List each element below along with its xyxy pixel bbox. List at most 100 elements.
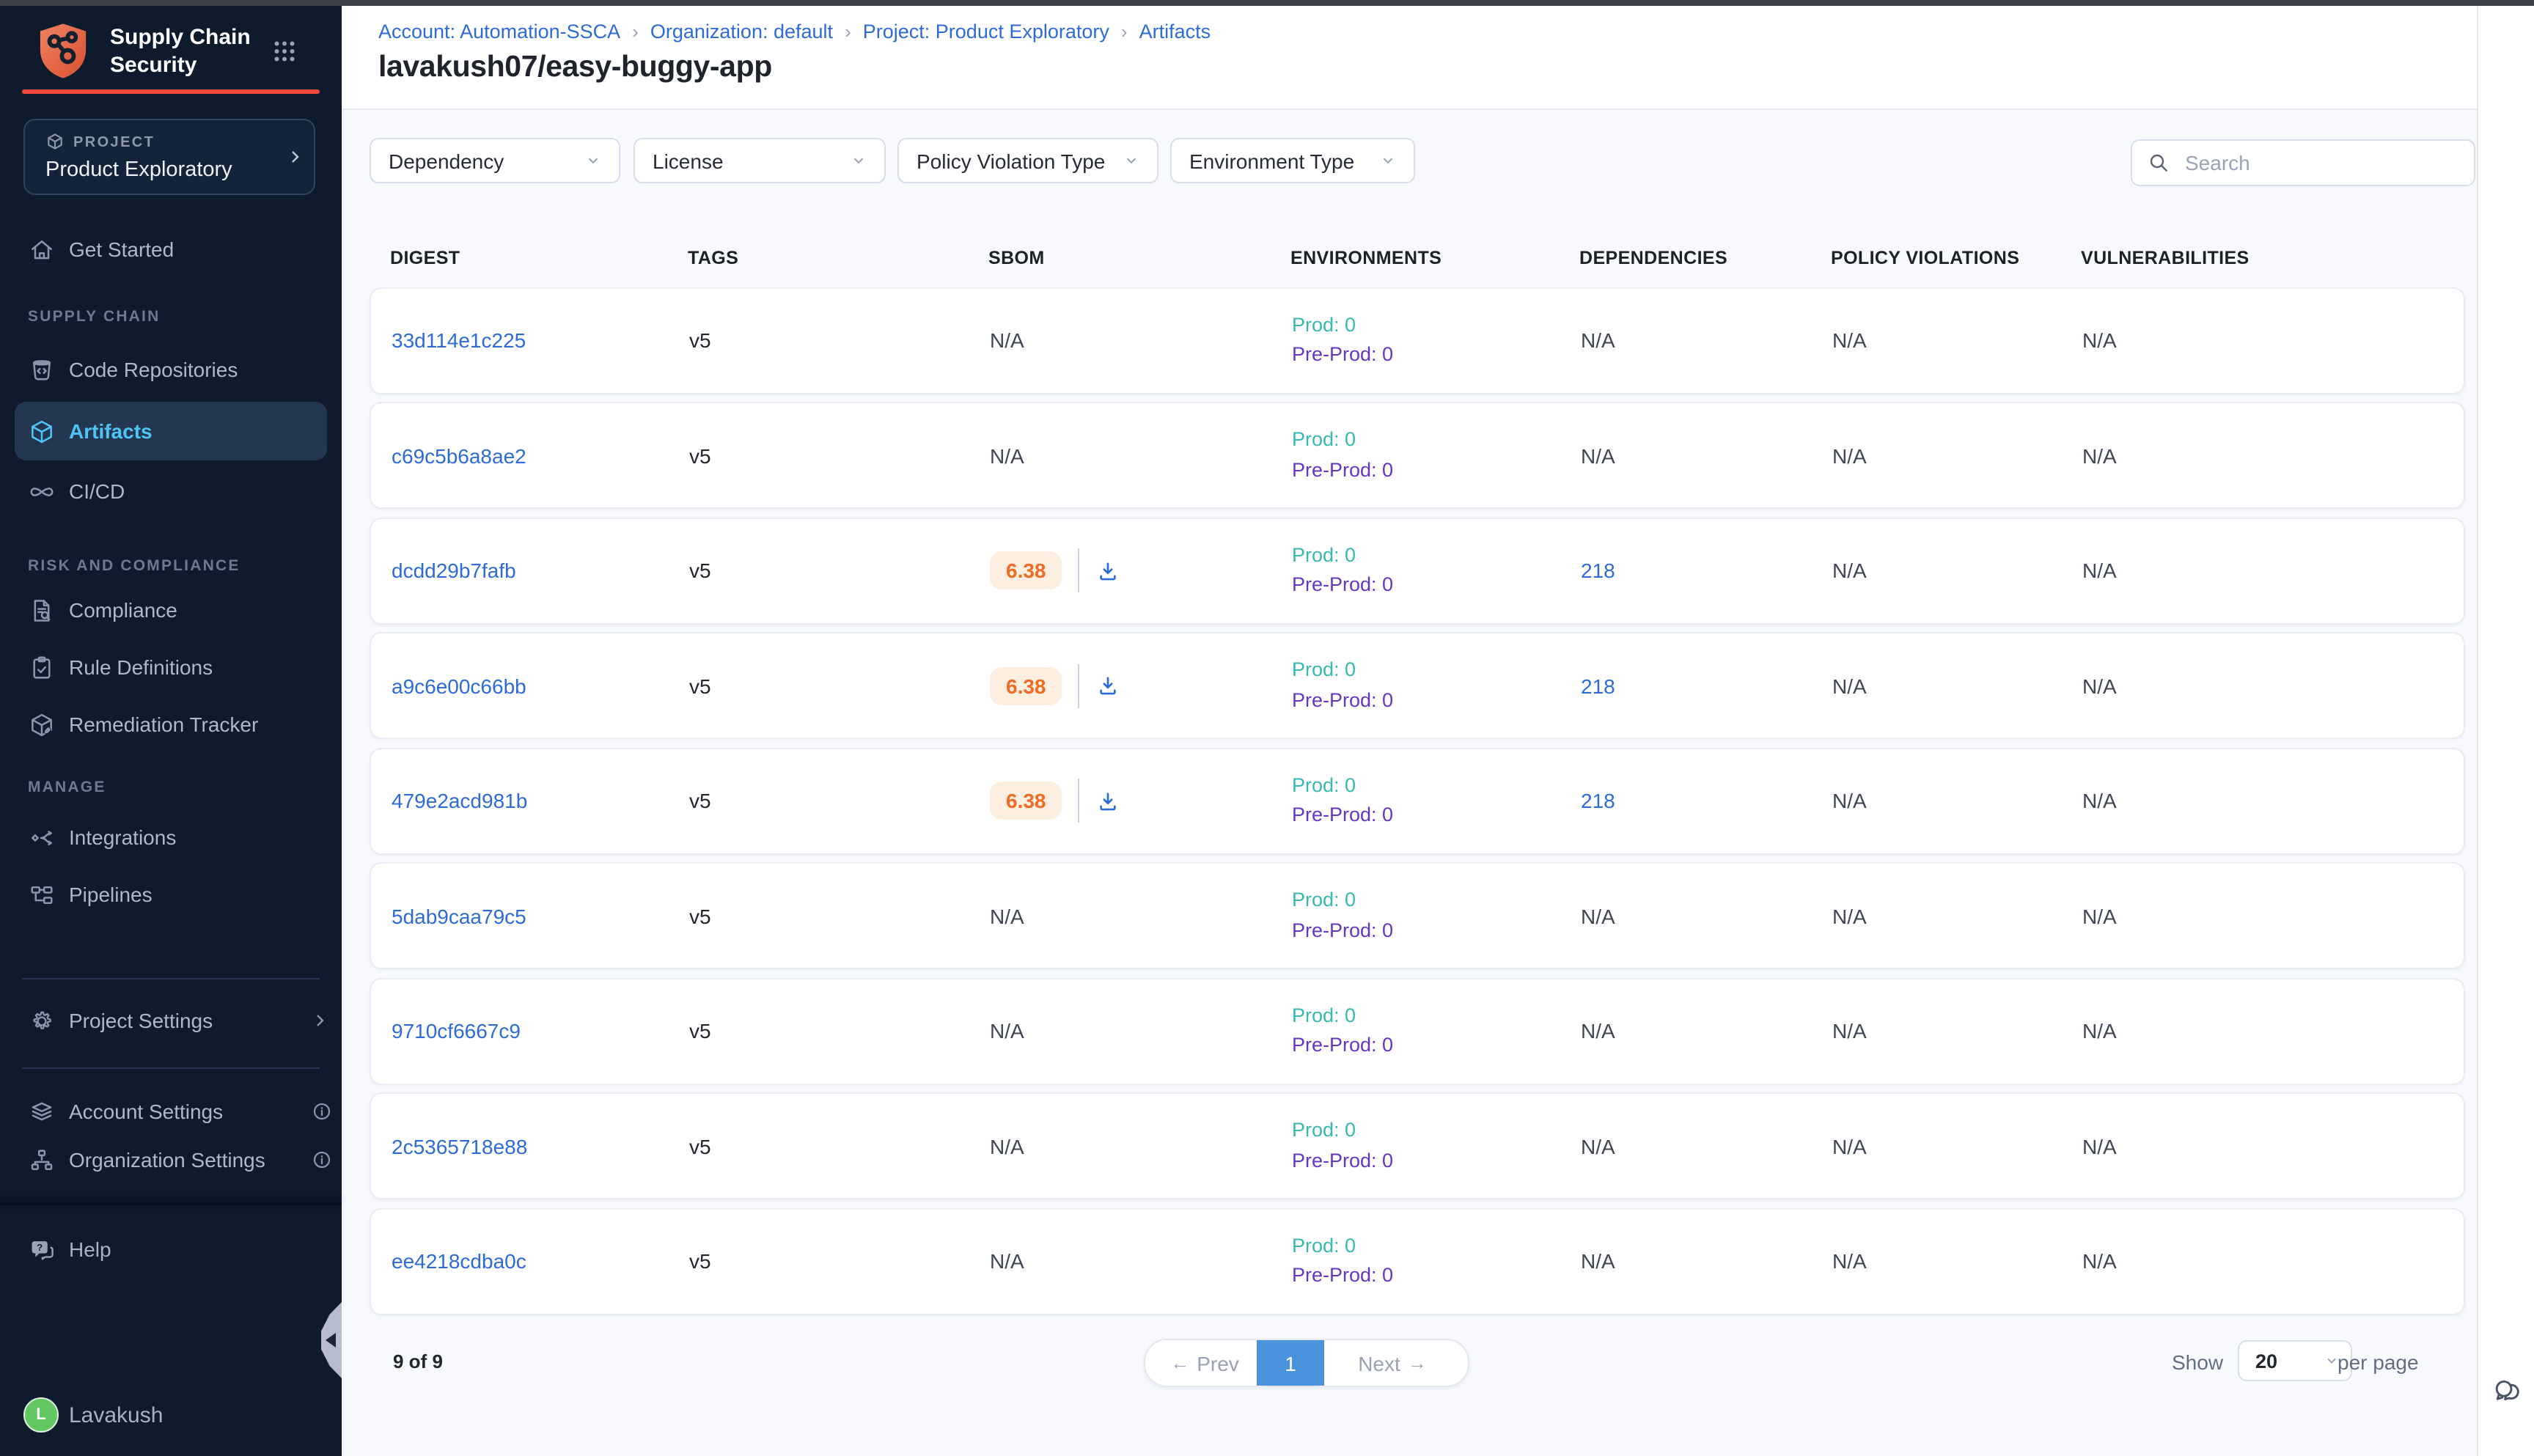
environments-cell: Prod: 0 Pre-Prod: 0 [1292,425,1581,485]
section-risk-and-compliance: RISK AND COMPLIANCE [28,557,240,575]
sidebar-item-organization-settings[interactable]: Organization Settings [0,1138,342,1182]
info-icon[interactable] [311,1149,333,1171]
breadcrumb-project-link[interactable]: Project: Product Exploratory [863,21,1109,43]
chevron-down-icon [585,152,601,169]
tag-value: v5 [689,1134,990,1158]
table-header-row: DIGESTTAGSSBOMENVIRONMENTSDEPENDENCIESPO… [369,243,2465,273]
table-row: 5dab9caa79c5 v5 N/A Prod: 0 Pre-Prod: 0 … [369,862,2465,969]
pager: ← Prev 1 Next → [1144,1339,1469,1387]
dependencies-count: N/A [1581,328,1832,352]
breadcrumb-artifacts-link[interactable]: Artifacts [1139,21,1211,43]
dependencies-count: N/A [1581,1134,1832,1158]
artifact-digest-link[interactable]: a9c6e00c66bb [392,674,526,697]
dependencies-count[interactable]: 218 [1581,559,1832,582]
user-name[interactable]: Lavakush [69,1403,163,1428]
page-size-select[interactable]: 20 [2238,1340,2352,1381]
svg-text:?: ? [37,1241,43,1252]
download-sbom-icon[interactable] [1096,558,1121,583]
info-icon[interactable] [311,1100,333,1122]
sidebar-item-label: Code Repositories [69,358,238,381]
preprod-count: Pre-Prod: 0 [1292,570,1393,600]
sidebar-item-cicd[interactable]: CI/CD [0,469,342,513]
environments-cell: Prod: 0 Pre-Prod: 0 [1292,1116,1581,1176]
prev-page-button[interactable]: ← Prev [1145,1340,1257,1386]
clipboard-check-icon [28,653,56,681]
column-header: DEPENDENCIES [1579,248,1831,268]
sbom-cell: N/A [990,1134,1292,1158]
brand-accent-divider [22,89,320,94]
arrow-right-icon: → [1408,1352,1427,1374]
filter-label: Policy Violation Type [917,149,1105,172]
sidebar-item-label: CI/CD [69,479,125,503]
download-sbom-icon[interactable] [1096,673,1121,698]
sidebar-item-pipelines[interactable]: Pipelines [0,872,342,916]
download-sbom-icon[interactable] [1096,788,1121,813]
sidebar-item-label: Rule Definitions [69,655,213,679]
sidebar-item-code-repositories[interactable]: Code Repositories [0,348,342,391]
sidebar-collapse-handle[interactable] [321,1302,342,1378]
project-selector-label: PROJECT [73,135,155,151]
sidebar: Supply Chain Security PROJECT Product Ex… [0,0,342,1456]
sidebar-item-remediation-tracker[interactable]: Remediation Tracker [0,702,342,746]
next-page-button[interactable]: Next → [1324,1340,1468,1386]
artifact-digest-link[interactable]: 33d114e1c225 [392,328,526,352]
chat-support-icon[interactable] [2491,1375,2523,1408]
dependencies-count[interactable]: 218 [1581,674,1832,697]
page-title: lavakush07/easy-buggy-app [378,50,772,85]
preprod-count: Pre-Prod: 0 [1292,801,1393,831]
section-supply-chain: SUPPLY CHAIN [28,308,160,326]
table-row: 9710cf6667c9 v5 N/A Prod: 0 Pre-Prod: 0 … [369,977,2465,1084]
filter-environment-type[interactable]: Environment Type [1170,138,1415,183]
filter-dependency[interactable]: Dependency [370,138,620,183]
per-page-label: per page [2337,1350,2419,1374]
sidebar-item-label: Artifacts [69,419,153,443]
preprod-count: Pre-Prod: 0 [1292,1031,1393,1061]
module-grid-icon[interactable] [271,38,298,65]
project-selector[interactable]: PROJECT Product Exploratory [23,119,315,195]
prod-count: Prod: 0 [1292,425,1356,455]
policy-violations-value: N/A [1832,1249,2082,1273]
sidebar-item-get-started[interactable]: Get Started [0,227,342,271]
filter-policy-violation-type[interactable]: Policy Violation Type [897,138,1158,183]
breadcrumb-organization-link[interactable]: Organization: default [650,21,833,43]
artifact-digest-link[interactable]: 9710cf6667c9 [392,1019,521,1043]
sidebar-item-rule-definitions[interactable]: Rule Definitions [0,645,342,689]
prod-count: Prod: 0 [1292,310,1356,340]
sidebar-item-integrations[interactable]: Integrations [0,815,342,859]
sbom-cell: 6.38 [990,663,1292,707]
sidebar-item-label: Get Started [69,238,174,261]
artifact-digest-link[interactable]: 5dab9caa79c5 [392,904,526,927]
artifact-digest-link[interactable]: ee4218cdba0c [392,1249,526,1273]
policy-violations-value: N/A [1832,1019,2082,1043]
sidebar-item-project-settings[interactable]: Project Settings [0,999,342,1043]
search-box [2131,139,2475,186]
arrow-left-icon: ← [1170,1352,1189,1374]
artifact-digest-link[interactable]: 479e2acd981b [392,789,527,812]
preprod-count: Pre-Prod: 0 [1292,1146,1393,1176]
divider [1079,779,1080,823]
environments-cell: Prod: 0 Pre-Prod: 0 [1292,1231,1581,1291]
artifact-digest-link[interactable]: dcdd29b7fafb [392,559,516,582]
table-row: ee4218cdba0c v5 N/A Prod: 0 Pre-Prod: 0 … [369,1207,2465,1315]
sidebar-item-artifacts[interactable]: Artifacts [15,402,327,460]
user-avatar[interactable]: L [23,1397,59,1433]
project-selector-value: Product Exploratory [45,158,232,182]
sidebar-item-label: Integrations [69,826,176,849]
artifact-digest-link[interactable]: 2c5365718e88 [392,1134,527,1158]
filter-license[interactable]: License [634,138,886,183]
prod-count: Prod: 0 [1292,886,1356,916]
chevron-down-icon [2324,1353,2339,1368]
breadcrumb-account-link[interactable]: Account: Automation-SSCA [378,21,620,43]
sidebar-item-compliance[interactable]: Compliance [0,588,342,632]
dependencies-count[interactable]: 218 [1581,789,1832,812]
sidebar-item-help[interactable]: ? Help [0,1227,342,1271]
sbom-cell: N/A [990,904,1292,927]
app-title: Supply Chain Security [110,23,251,79]
divider [1079,663,1080,707]
search-input[interactable] [2182,150,2459,176]
policy-violations-value: N/A [1832,904,2082,927]
sidebar-item-account-settings[interactable]: Account Settings [0,1089,342,1133]
page-1-button[interactable]: 1 [1257,1340,1324,1386]
policy-violations-value: N/A [1832,559,2082,582]
artifact-digest-link[interactable]: c69c5b6a8ae2 [392,444,526,467]
